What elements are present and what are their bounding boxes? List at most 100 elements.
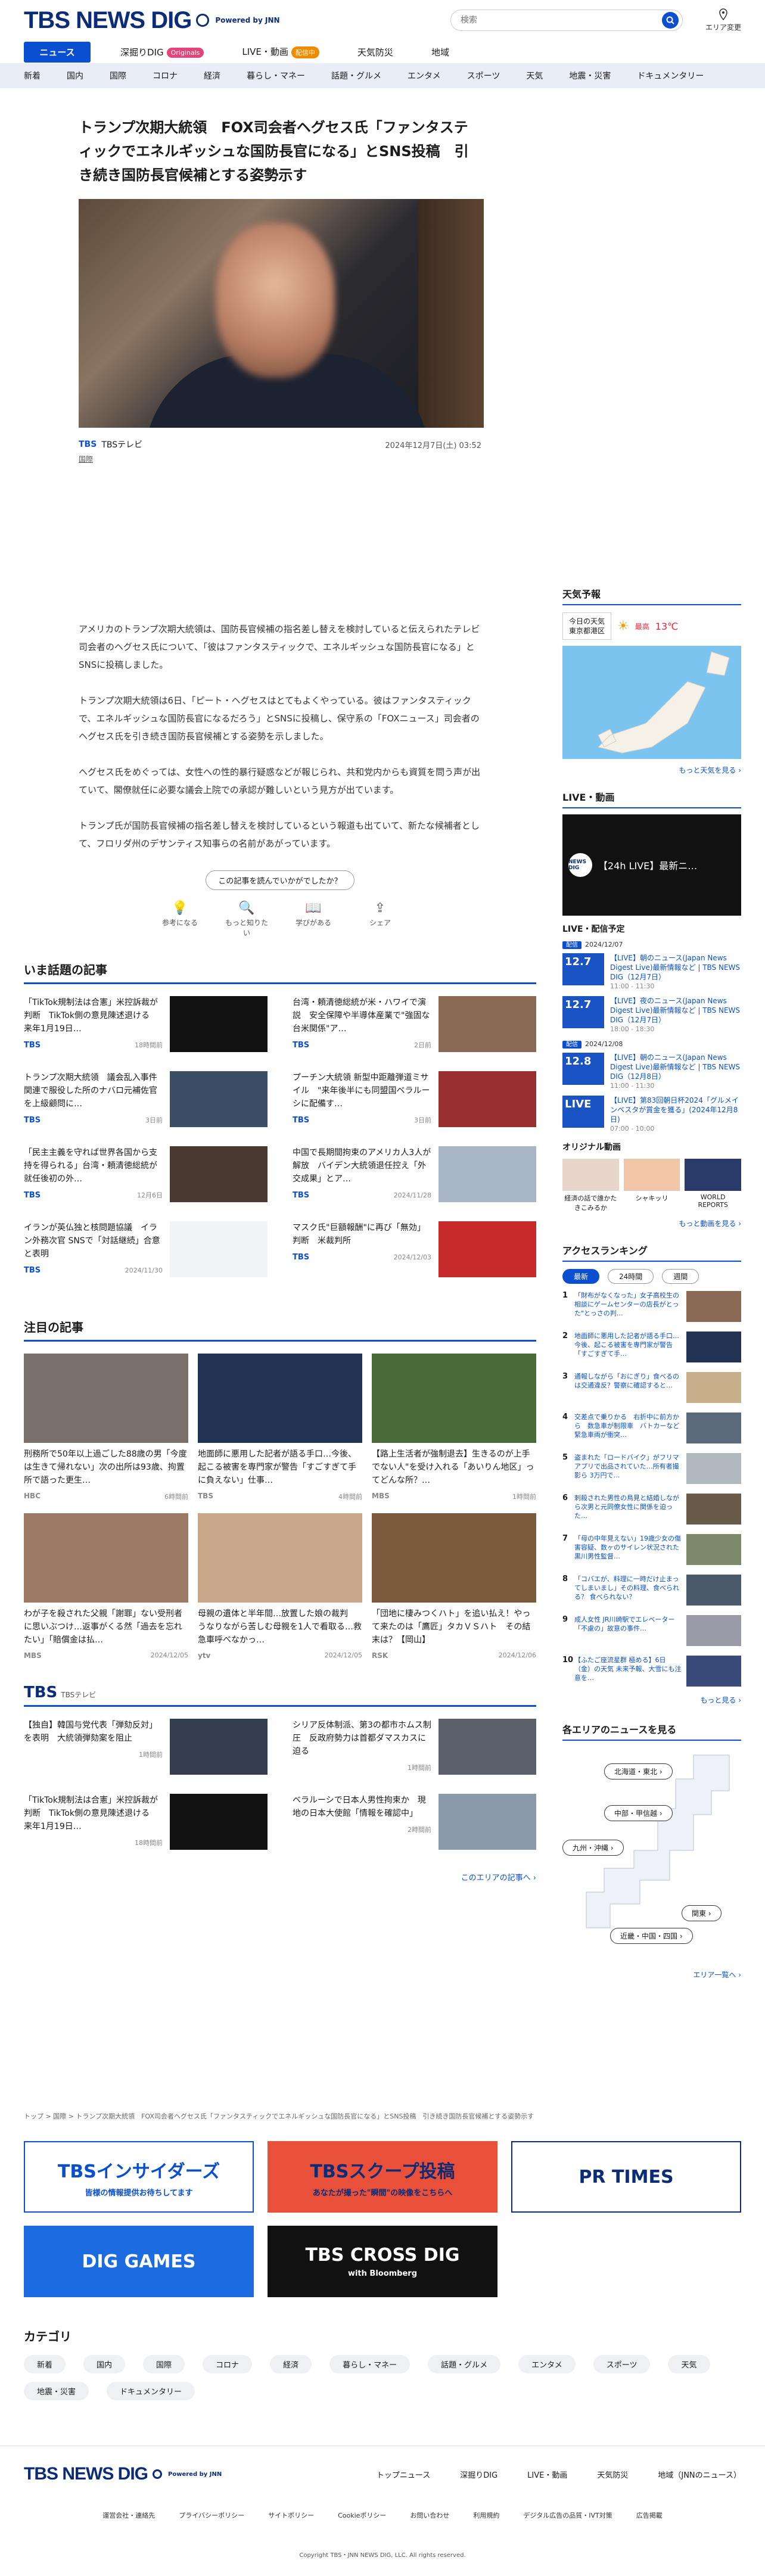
- ranking-title[interactable]: 【ふたご座流星群 極める】6日（金）の天気 未来予報、大雪にも注意を…: [574, 1656, 686, 1689]
- article-card[interactable]: 台湾・頼清徳総統が米・ハワイで演説 安全保障や半導体産業で"強固な台米関係"ア……: [293, 996, 536, 1063]
- category-link[interactable]: エンタメ: [408, 70, 441, 82]
- schedule-item[interactable]: 12.7 【LIVE】朝のニュース(Japan News Digest Live)…: [562, 953, 741, 991]
- search-input[interactable]: [460, 15, 662, 25]
- article-card[interactable]: 「TikTok規制法は合憲」米控訴裁が判断 TikTok側の意見陳述退ける 来年…: [24, 1794, 268, 1861]
- article-card-thumbnail[interactable]: [439, 1146, 536, 1202]
- category-link[interactable]: 地震・災害: [569, 70, 611, 82]
- article-card[interactable]: 【独自】韓国与党代表「弾劾反対」を表明 大統領弾劾案を阻止 1時間前: [24, 1719, 268, 1785]
- footer-nav-link[interactable]: 天気防災: [597, 2469, 628, 2480]
- ranking-tab-weekly[interactable]: 週間: [662, 1269, 699, 1284]
- promo-banner[interactable]: DIG GAMES: [24, 2226, 254, 2297]
- category-pill[interactable]: ドキュメンタリー: [107, 2382, 195, 2400]
- article-card[interactable]: トランプ次期大統領 議会乱入事件関連で服役した所のナバロ元補佐官を上級顧問に… T…: [24, 1071, 268, 1138]
- category-link[interactable]: 国際: [110, 70, 126, 82]
- area-more-link[interactable]: エリア一覧へ ›: [562, 1970, 741, 1980]
- ranking-thumbnail[interactable]: [686, 1534, 741, 1565]
- footer-link[interactable]: デジタル広告の品質・IVT対策: [523, 2510, 612, 2520]
- article-card[interactable]: イランが英仏独と核問題協議 イラン外務次官 SNSで「対話継続」合意と表明 TBS…: [24, 1221, 268, 1288]
- article-card-title[interactable]: 中国で長期間拘束のアメリカ人3人が解放 バイデン大統領退任控え「外交成果」とア…: [293, 1146, 431, 1186]
- featured-card-thumbnail[interactable]: [198, 1354, 362, 1443]
- footer-nav-link[interactable]: 深掘りDIG: [460, 2469, 497, 2480]
- article-card-thumbnail[interactable]: [439, 1719, 536, 1775]
- article-card-thumbnail[interactable]: [170, 996, 268, 1052]
- category-link[interactable]: 暮らし・マネー: [247, 70, 305, 82]
- ranking-item[interactable]: 1 「財布がなくなった」女子高校生の相談にゲームセンターの店長がとった"とっさの判…: [562, 1291, 741, 1324]
- promo-banner[interactable]: TBSスクープ投稿 あなたが撮った"瞬間"の映像をこちらへ: [268, 2141, 497, 2213]
- featured-card[interactable]: 地面師に悪用した記者が語る手口…今後、起こる被害を専門家が警告「すごすぎて手に負…: [198, 1354, 362, 1501]
- article-card-title[interactable]: 台湾・頼清徳総統が米・ハワイで演説 安全保障や半導体産業で"強固な台米関係"ア…: [293, 996, 431, 1035]
- nav-tab-region[interactable]: 地域: [423, 42, 458, 63]
- ranking-tab-24h[interactable]: 24時間: [608, 1269, 654, 1284]
- featured-card-title[interactable]: 「団地に棲みつくハト」を追い払え！やって来たのは「鷹匠」タカＶＳハト その結末は…: [372, 1607, 536, 1647]
- footer-nav-link[interactable]: LIVE・動画: [527, 2469, 567, 2480]
- nav-tab-live[interactable]: LIVE・動画 配信中: [234, 41, 328, 63]
- ranking-title[interactable]: 地面師に悪用した記者が語る手口…今後、起こる被害を専門家が警告「すごすぎて手…: [574, 1331, 686, 1365]
- area-kanto[interactable]: 関東 ›: [682, 1905, 722, 1921]
- ranking-thumbnail[interactable]: [686, 1656, 741, 1687]
- area-chubu[interactable]: 中部・甲信越 ›: [604, 1805, 673, 1821]
- ranking-item[interactable]: 8 「コバエが、料理に一時だけ止まってしまいまし」その料理、食べられる？ 食べられ…: [562, 1575, 741, 1608]
- category-pill[interactable]: 国内: [83, 2355, 126, 2373]
- schedule-title[interactable]: 【LIVE】朝のニュース(Japan News Digest Live)最新情報…: [610, 1053, 741, 1081]
- ranking-more-link[interactable]: もっと見る ›: [562, 1695, 741, 1705]
- ranking-item[interactable]: 2 地面師に悪用した記者が語る手口…今後、起こる被害を専門家が警告「すごすぎて手…: [562, 1331, 741, 1365]
- featured-card-thumbnail[interactable]: [24, 1513, 188, 1603]
- ranking-item[interactable]: 4 交差点で乗りかる 右折中に前方から 数急車が制限車 バトカーなど緊急車両が衝突…: [562, 1413, 741, 1446]
- category-link[interactable]: スポーツ: [467, 70, 500, 82]
- ranking-item[interactable]: 3 通報しながら「おにぎり」食べるのは交通違反？警察に確認すると…: [562, 1372, 741, 1405]
- area-change-button[interactable]: エリア変更: [705, 8, 741, 32]
- original-video[interactable]: シャキッリ: [623, 1159, 680, 1212]
- footer-link[interactable]: プライバシーポリシー: [179, 2510, 244, 2520]
- ranking-thumbnail[interactable]: [686, 1575, 741, 1606]
- ranking-title[interactable]: 「財布がなくなった」女子高校生の相談にゲームセンターの店長がとった"とっさの判…: [574, 1291, 686, 1324]
- ranking-thumbnail[interactable]: [686, 1372, 741, 1403]
- ranking-thumbnail[interactable]: [686, 1413, 741, 1443]
- article-card[interactable]: 「TikTok規制法は合憲」米控訴裁が判断 TikTok側の意見陳述退ける 来年…: [24, 996, 268, 1063]
- videos-more-link[interactable]: もっと動画を見る ›: [562, 1218, 741, 1228]
- article-card-title[interactable]: 【独自】韓国与党代表「弾劾反対」を表明 大統領弾劾案を阻止: [24, 1719, 163, 1745]
- reaction-helpful-button[interactable]: 💡 参考になる: [156, 901, 204, 938]
- article-card[interactable]: シリア反体制派、第3の都市ホムス制圧 反政府勢力は首都ダマスカスに迫る 1時間前: [293, 1719, 536, 1785]
- article-card[interactable]: マスク氏"巨額報酬"に再び「無効」判断 米裁判所 TBS 2024/12/03: [293, 1221, 536, 1288]
- featured-card-title[interactable]: 【路上生活者が強制退去】生きるのが上手でない人"を受け入れる「あいりん地区」って…: [372, 1448, 536, 1487]
- ranking-thumbnail[interactable]: [686, 1453, 741, 1484]
- category-link[interactable]: コロナ: [153, 70, 178, 82]
- nav-tab-dig[interactable]: 深掘りDIG Originals: [112, 42, 212, 63]
- article-card-thumbnail[interactable]: [439, 1071, 536, 1127]
- nav-tab-weather[interactable]: 天気防災: [349, 42, 402, 63]
- featured-card[interactable]: 母親の遺体と半年間…放置した娘の裁判 うなりながら苦しむ母親を1人で看取る…救急…: [198, 1513, 362, 1660]
- ranking-title[interactable]: 盗まれた「ロードバイク」がフリマアプリで出品されていた…所有者撮影ら 3万円で…: [574, 1453, 686, 1486]
- ranking-item[interactable]: 10 【ふたご座流星群 極める】6日（金）の天気 未来予報、大雪にも注意を…: [562, 1656, 741, 1689]
- footer-logo[interactable]: TBS NEWS DIG Powered by JNN: [24, 2464, 222, 2484]
- article-card-title[interactable]: 「TikTok規制法は合憲」米控訴裁が判断 TikTok側の意見陳述退ける 来年…: [24, 1794, 163, 1833]
- category-link[interactable]: 経済: [204, 70, 220, 82]
- article-card-title[interactable]: イランが英仏独と核問題協議 イラン外務次官 SNSで「対話継続」合意と表明: [24, 1221, 163, 1261]
- article-card-thumbnail[interactable]: [439, 996, 536, 1052]
- category-link[interactable]: 天気: [526, 70, 543, 82]
- live-video-player[interactable]: NEWS DIG 【24h LIVE】最新ニ…: [562, 814, 741, 916]
- ranking-thumbnail[interactable]: [686, 1494, 741, 1525]
- article-card-thumbnail[interactable]: [439, 1221, 536, 1277]
- category-link[interactable]: ドキュメンタリー: [637, 70, 704, 82]
- category-pill[interactable]: 国際: [143, 2355, 185, 2373]
- ranking-item[interactable]: 7 「母の中年見えない」19歳少女の傷害容疑、数ヶのサイレン状況された 黒川男性監…: [562, 1534, 741, 1567]
- ranking-title[interactable]: 刺殺された男性の鳥見と結婚しながら次男と元同僚女性に関係を迫った…: [574, 1494, 686, 1527]
- footer-link[interactable]: サイトポリシー: [268, 2510, 314, 2520]
- area-hokkaido-tohoku[interactable]: 北海道・東北 ›: [604, 1763, 673, 1779]
- featured-card[interactable]: 【路上生活者が強制退去】生きるのが上手でない人"を受け入れる「あいりん地区」って…: [372, 1354, 536, 1501]
- ranking-tab-latest[interactable]: 最新: [562, 1269, 600, 1284]
- ranking-title[interactable]: 「母の中年見えない」19歳少女の傷害容疑、数ヶのサイレン状況された 黒川男性監督…: [574, 1534, 686, 1567]
- article-card-title[interactable]: シリア反体制派、第3の都市ホムス制圧 反政府勢力は首都ダマスカスに迫る: [293, 1719, 431, 1758]
- schedule-item[interactable]: 12.7 【LIVE】夜のニュース(Japan News Digest Live)…: [562, 996, 741, 1034]
- article-card-title[interactable]: 「TikTok規制法は合憲」米控訴裁が判断 TikTok側の意見陳述退ける 来年…: [24, 996, 163, 1035]
- ranking-title[interactable]: 交差点で乗りかる 右折中に前方から 数急車が制限車 バトカーなど緊急車両が衝突…: [574, 1413, 686, 1446]
- category-link[interactable]: 国内: [67, 70, 83, 82]
- article-card-title[interactable]: マスク氏"巨額報酬"に再び「無効」判断 米裁判所: [293, 1221, 431, 1247]
- category-link[interactable]: 新着: [24, 70, 41, 82]
- article-card-thumbnail[interactable]: [170, 1719, 268, 1775]
- article-card[interactable]: ベラルーシで日本人男性拘束か 現地の日本大使館「情報を確認中」 2時間前: [293, 1794, 536, 1861]
- schedule-item[interactable]: 12.8 【LIVE】朝のニュース(Japan News Digest Live)…: [562, 1053, 741, 1091]
- article-card-title[interactable]: トランプ次期大統領 議会乱入事件関連で服役した所のナバロ元補佐官を上級顧問に…: [24, 1071, 163, 1110]
- category-pill[interactable]: 経済: [270, 2355, 312, 2373]
- ranking-thumbnail[interactable]: [686, 1291, 741, 1322]
